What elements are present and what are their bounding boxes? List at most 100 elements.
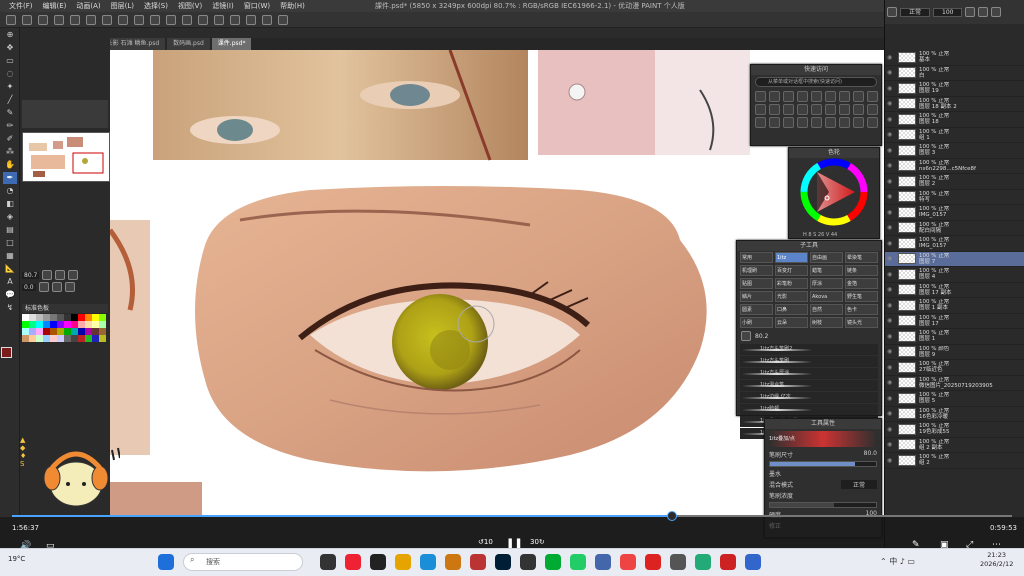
navigator-preview[interactable] bbox=[22, 132, 110, 182]
color-swatch[interactable] bbox=[92, 335, 99, 342]
skip-back-button[interactable]: ↺10 bbox=[478, 538, 493, 546]
eye-icon[interactable]: ◉ bbox=[887, 255, 895, 262]
brush-item[interactable]: 1itz方头笔刷2 bbox=[740, 344, 878, 355]
new-layer-icon[interactable] bbox=[965, 7, 976, 17]
hand-icon[interactable]: ✋ bbox=[3, 159, 17, 171]
quick-access-icon[interactable] bbox=[811, 91, 822, 102]
menu-item[interactable]: 图层(L) bbox=[106, 1, 139, 11]
flip-icon[interactable] bbox=[64, 282, 75, 292]
figure-icon[interactable]: □ bbox=[3, 237, 17, 249]
rotation-value[interactable]: 0.0 bbox=[22, 283, 36, 291]
new-folder-icon[interactable] bbox=[978, 7, 989, 17]
color-swatch[interactable] bbox=[71, 321, 78, 328]
layer-row[interactable]: ◉ 100 % 正常 图层 4 bbox=[885, 267, 1024, 283]
eye-icon[interactable]: ◉ bbox=[887, 162, 895, 169]
layer-row[interactable]: ◉ 100 % 正常 特写 bbox=[885, 190, 1024, 205]
zoom-in-icon[interactable] bbox=[42, 270, 53, 280]
quick-access-icon[interactable] bbox=[797, 104, 808, 115]
subtool-group-button[interactable]: 厚涂 bbox=[810, 278, 843, 289]
subtool-group-button[interactable]: 鳞片 bbox=[740, 291, 773, 302]
subtool-group-button[interactable]: 晕染笔 bbox=[845, 252, 878, 263]
color-swatch[interactable] bbox=[50, 328, 57, 335]
layer-row[interactable]: ◉ 100 % 正常 ns6n2298...c5Nfce8f bbox=[885, 159, 1024, 174]
quick-access-icon[interactable] bbox=[867, 104, 878, 115]
layer-row[interactable]: ◉ 100 % 正常 图层 19 bbox=[885, 81, 1024, 97]
subtool-group-button[interactable]: 自然 bbox=[810, 304, 843, 315]
subtool-group-button[interactable]: 彩笔粉 bbox=[775, 278, 808, 289]
airbrush-icon[interactable]: ⁂ bbox=[3, 146, 17, 158]
fill-tool-icon[interactable]: ◈ bbox=[3, 211, 17, 223]
layer-row[interactable]: ◉ 100 % 正常 IMG_0157 bbox=[885, 205, 1024, 221]
layer-row[interactable]: ◉ 100 % 正常 图层 18 副本 2 bbox=[885, 97, 1024, 112]
eye-icon[interactable]: ◉ bbox=[887, 302, 895, 309]
quick-access-icon[interactable] bbox=[797, 91, 808, 102]
brush-size-value[interactable]: 80.2 bbox=[755, 333, 768, 340]
rotate-right-icon[interactable] bbox=[51, 282, 62, 292]
invert-selection-icon[interactable] bbox=[182, 14, 192, 25]
subtool-group-button[interactable]: Akova bbox=[810, 291, 843, 302]
color-swatch[interactable] bbox=[92, 321, 99, 328]
layer-row[interactable]: ◉ 100 % 正常 图层 3 bbox=[885, 143, 1024, 159]
color-swatch[interactable] bbox=[92, 328, 99, 335]
color-swatch[interactable] bbox=[64, 328, 71, 335]
layer-row[interactable]: ◉ 100 % 正常组 1 bbox=[885, 128, 1024, 143]
document-tab[interactable]: 数码画.psd bbox=[167, 38, 210, 50]
layer-row[interactable]: ◉ 100 % 正常 图层 1 副本 bbox=[885, 298, 1024, 314]
undo-icon[interactable] bbox=[54, 14, 64, 25]
subtool-group-button[interactable]: 小刷 bbox=[740, 317, 773, 328]
menu-item[interactable]: 编辑(E) bbox=[38, 1, 72, 11]
color-swatch[interactable] bbox=[57, 314, 64, 321]
app-icon-7[interactable] bbox=[570, 554, 586, 570]
eraser-icon[interactable]: ◧ bbox=[3, 198, 17, 210]
layer-row[interactable]: ◉ 100 % 正常 IMG_0157 bbox=[885, 236, 1024, 252]
color-swatch[interactable] bbox=[78, 335, 85, 342]
color-wheel[interactable] bbox=[789, 158, 879, 230]
wand-icon[interactable]: ✦ bbox=[3, 81, 17, 93]
skip-forward-button[interactable]: 30↻ bbox=[530, 538, 545, 546]
color-swatch[interactable] bbox=[99, 321, 106, 328]
subtool-group-button[interactable]: 常用 bbox=[740, 252, 773, 263]
quick-access-icon[interactable] bbox=[867, 117, 878, 128]
color-swatch[interactable] bbox=[78, 321, 85, 328]
eye-icon[interactable]: ◉ bbox=[887, 131, 895, 138]
layer-row[interactable]: ◉ 100 % 正常 图层 17 bbox=[885, 314, 1024, 329]
new-icon[interactable] bbox=[6, 14, 16, 25]
layer-opacity[interactable]: 100 bbox=[933, 7, 963, 17]
quick-access-icon[interactable] bbox=[755, 104, 766, 115]
color-swatch[interactable] bbox=[78, 328, 85, 335]
redo-icon[interactable] bbox=[70, 14, 80, 25]
start-icon[interactable] bbox=[158, 554, 174, 570]
color-swatch[interactable] bbox=[43, 314, 50, 321]
eye-icon[interactable]: ◉ bbox=[887, 54, 895, 61]
eye-icon[interactable]: ◉ bbox=[887, 69, 895, 76]
paint-brush-icon[interactable]: ✒ bbox=[3, 172, 17, 184]
color-swatch[interactable] bbox=[22, 314, 29, 321]
eye-icon[interactable]: ◉ bbox=[887, 364, 895, 371]
subtool-group-button[interactable]: 链条 bbox=[845, 265, 878, 276]
eye-icon[interactable]: ◉ bbox=[887, 193, 895, 200]
menu-item[interactable]: 窗口(W) bbox=[239, 1, 275, 11]
eye-icon[interactable]: ◉ bbox=[887, 379, 895, 386]
color-swatch[interactable] bbox=[29, 328, 36, 335]
quick-access-icon[interactable] bbox=[839, 104, 850, 115]
color-swatch[interactable] bbox=[50, 314, 57, 321]
eye-icon[interactable]: ◉ bbox=[887, 178, 895, 185]
layer-row[interactable]: ◉ 100 % 正常 19色彩成55 bbox=[885, 422, 1024, 438]
color-swatch[interactable] bbox=[71, 328, 78, 335]
menu-item[interactable]: 选择(S) bbox=[139, 1, 173, 11]
save-icon[interactable] bbox=[38, 14, 48, 25]
quick-access-icon[interactable] bbox=[769, 91, 780, 102]
paste-icon[interactable] bbox=[134, 14, 144, 25]
color-swatch[interactable] bbox=[50, 321, 57, 328]
subtool-group-button[interactable]: 野生笔 bbox=[845, 291, 878, 302]
layer-row[interactable]: ◉ 100 % 正常 图层 5 bbox=[885, 391, 1024, 407]
app-icon-8[interactable] bbox=[595, 554, 611, 570]
quick-access-icon[interactable] bbox=[825, 104, 836, 115]
rotate-left-icon[interactable] bbox=[38, 282, 49, 292]
eye-icon[interactable]: ◉ bbox=[887, 224, 895, 231]
quick-access-search[interactable]: 从菜单或对话框中搜索(快速访问) bbox=[755, 77, 877, 87]
current-color-swatch[interactable] bbox=[1, 347, 12, 358]
color-swatch[interactable] bbox=[99, 328, 106, 335]
lasso-icon[interactable]: ◌ bbox=[3, 68, 17, 80]
copy-icon[interactable] bbox=[118, 14, 128, 25]
